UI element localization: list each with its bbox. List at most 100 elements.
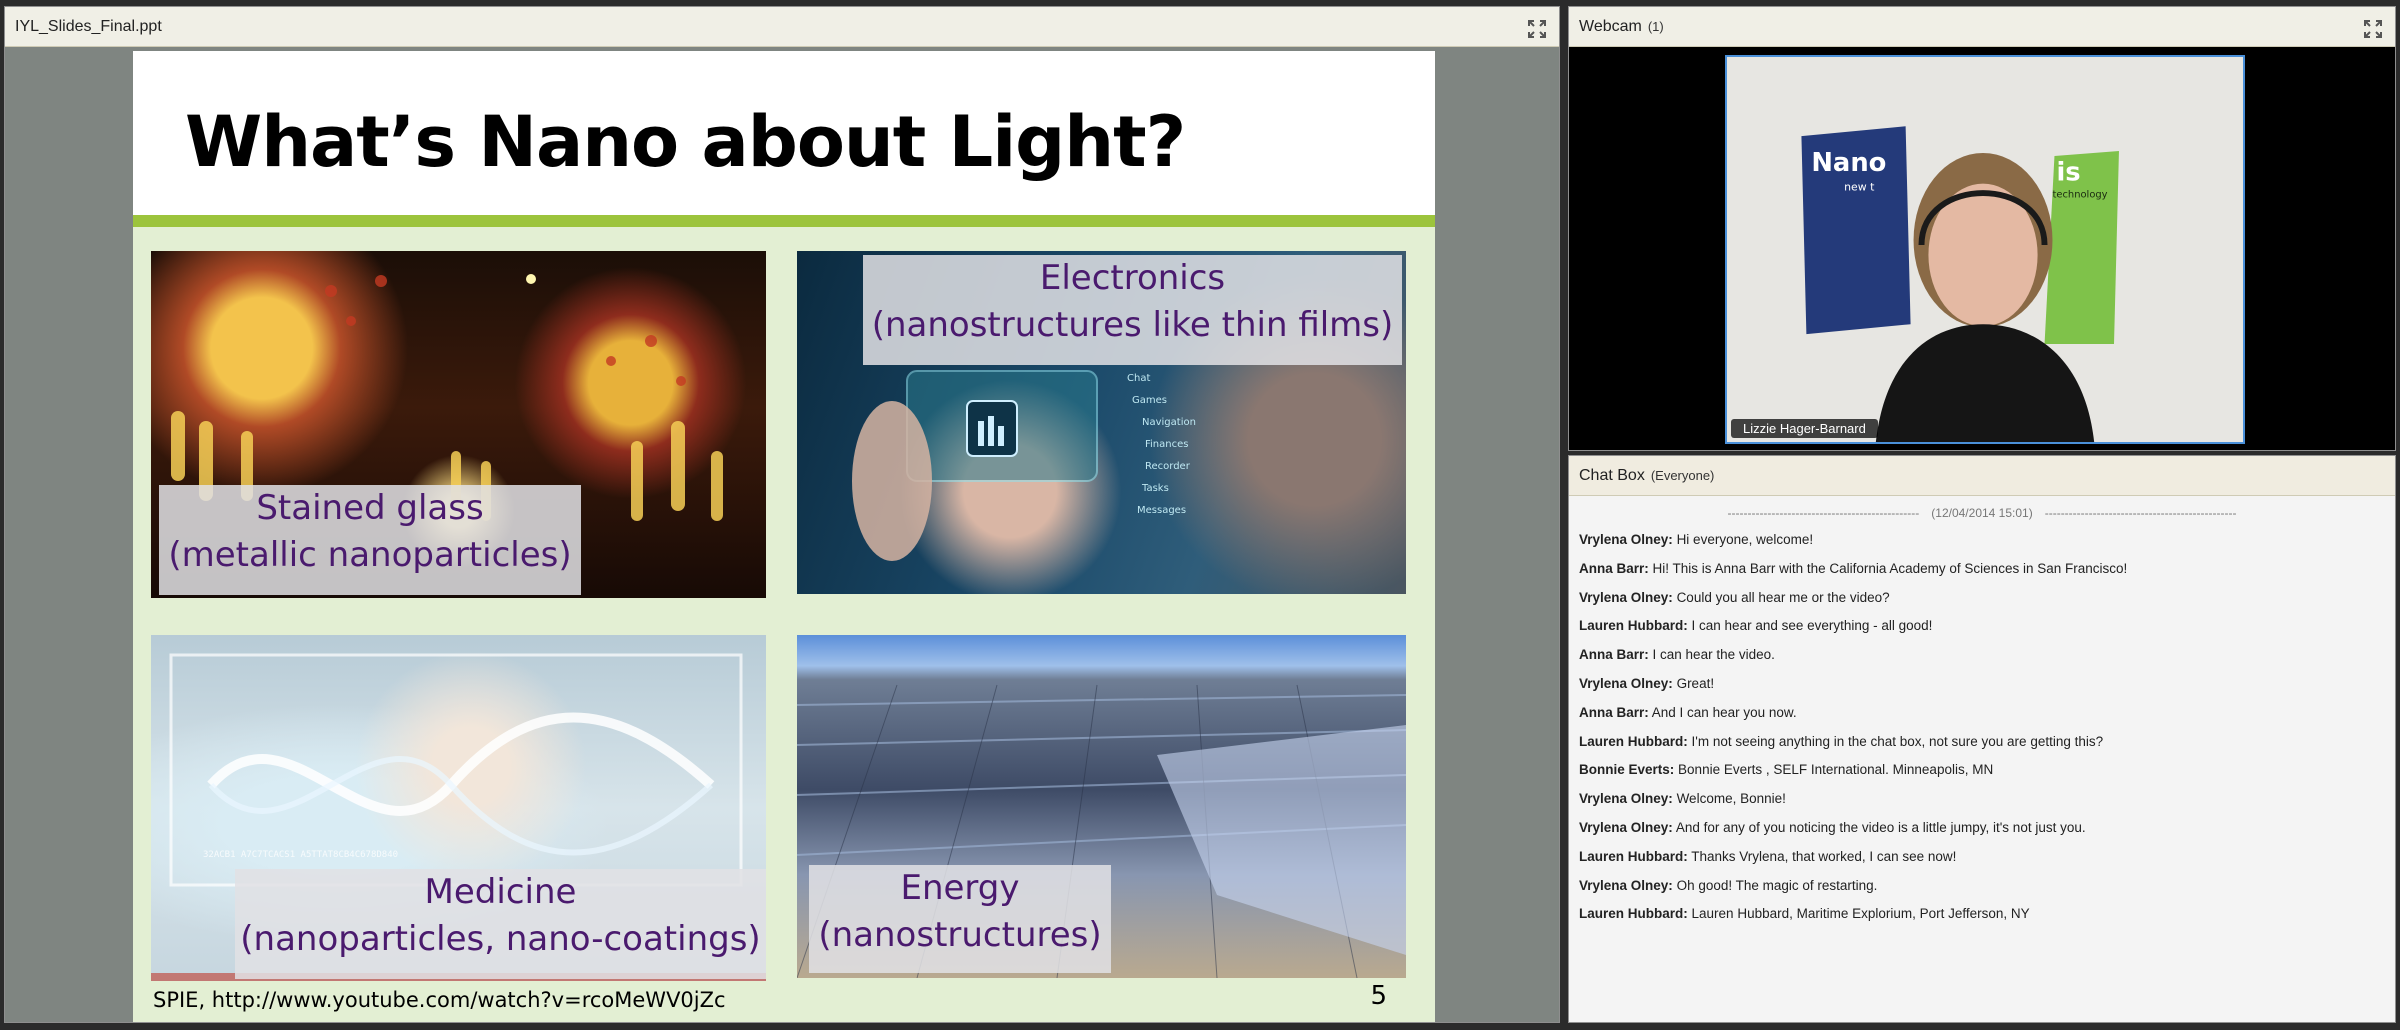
chat-pod-header: Chat Box (Everyone) bbox=[1569, 456, 2395, 496]
slide-title-bar: What’s Nano about Light? bbox=[133, 51, 1435, 215]
medicine-caption-line2: (nanoparticles, nano-coatings) bbox=[240, 919, 761, 959]
energy-caption-line2: (nanostructures) bbox=[818, 915, 1102, 955]
electronics-caption-line2: (nanostructures like thin films) bbox=[871, 305, 1394, 345]
chat-message: Anna Barr: I can hear the video. bbox=[1579, 645, 2385, 674]
expand-arrows-icon[interactable] bbox=[2363, 19, 2383, 39]
chat-sender: Lauren Hubbard: bbox=[1579, 906, 1688, 922]
chat-message: Lauren Hubbard: I'm not seeing anything … bbox=[1579, 732, 2385, 761]
webcam-title: Webcam bbox=[1579, 18, 1642, 35]
chat-sender: Bonnie Everts: bbox=[1579, 762, 1675, 778]
chat-sender: Anna Barr: bbox=[1579, 704, 1649, 720]
chat-message: Bonnie Everts: Bonnie Everts , SELF Inte… bbox=[1579, 760, 2385, 789]
chat-text: Oh good! The magic of restarting. bbox=[1676, 877, 1878, 893]
slide-source-footer: SPIE, http://www.youtube.com/watch?v=rco… bbox=[153, 988, 726, 1012]
menu-item-chat: Chat bbox=[1127, 373, 1150, 384]
chat-text: Could you all hear me or the video? bbox=[1676, 589, 1890, 605]
menu-item-games: Games bbox=[1132, 395, 1167, 406]
chat-text: And for any of you noticing the video is… bbox=[1675, 819, 2086, 835]
chat-message: Lauren Hubbard: Lauren Hubbard, Maritime… bbox=[1579, 904, 2385, 933]
chat-sender: Lauren Hubbard: bbox=[1579, 618, 1688, 634]
dna-sequence-text: 32ACB1 A7C7TCACS1 A5TTAT8CB4C678D840 bbox=[203, 850, 398, 860]
chat-text: Hi! This is Anna Barr with the Californi… bbox=[1652, 560, 2128, 576]
chat-text: Thanks Vrylena, that worked, I can see n… bbox=[1691, 848, 1957, 864]
slides-pod: IYL_Slides_Final.ppt What’s Nano about L… bbox=[4, 6, 1560, 1023]
presenter-name-tag: Lizzie Hager-Barnard bbox=[1731, 419, 1878, 438]
energy-caption: Energy (nanostructures) bbox=[809, 865, 1111, 973]
webcam-count: (1) bbox=[1647, 19, 1664, 34]
separator-dashes-left: ----------------------------------------… bbox=[1727, 506, 1920, 520]
chat-text: I can hear the video. bbox=[1652, 647, 1775, 663]
slide-title: What’s Nano about Light? bbox=[185, 101, 1186, 183]
chat-text: Bonnie Everts , SELF International. Minn… bbox=[1678, 762, 1994, 778]
medicine-photo: 32ACB1 A7C7TCACS1 A5TTAT8CB4C678D840 Med… bbox=[151, 635, 766, 981]
chat-message: Vrylena Olney: Could you all hear me or … bbox=[1579, 588, 2385, 617]
electronics-photo: Chat Games Navigation Finances Recorder … bbox=[797, 251, 1406, 594]
chat-message: Lauren Hubbard: I can hear and see every… bbox=[1579, 616, 2385, 645]
expand-arrows-icon[interactable] bbox=[1527, 19, 1547, 39]
chat-sender: Vrylena Olney: bbox=[1579, 791, 1673, 807]
chat-date-separator: ----------------------------------------… bbox=[1569, 506, 2395, 520]
chat-text: Hi everyone, welcome! bbox=[1676, 532, 1814, 547]
chat-timestamp: (12/04/2014 15:01) bbox=[1931, 506, 2033, 520]
stained-glass-caption-line1: Stained glass bbox=[256, 488, 484, 528]
stained-glass-photo: Stained glass (metallic nanoparticles) bbox=[151, 251, 766, 598]
slides-pod-header: IYL_Slides_Final.ppt bbox=[5, 7, 1559, 47]
presenter-video[interactable]: Nano new t is technology Lizzie Hager-Ba… bbox=[1725, 55, 2245, 444]
presenter-video-frame: Nano new t is technology bbox=[1727, 57, 2243, 442]
slide-viewport: What’s Nano about Light? Stained glass (… bbox=[5, 47, 1559, 1022]
chat-message: Vrylena Olney: Great! bbox=[1579, 674, 2385, 703]
chat-message: Lauren Hubbard: Thanks Vrylena, that wor… bbox=[1579, 847, 2385, 876]
chat-sender: Lauren Hubbard: bbox=[1579, 733, 1688, 749]
chat-text: Lauren Hubbard, Maritime Explorium, Port… bbox=[1691, 906, 2030, 922]
chat-text: Welcome, Bonnie! bbox=[1676, 791, 1786, 807]
menu-item-finances: Finances bbox=[1145, 439, 1188, 450]
chat-text: I can hear and see everything - all good… bbox=[1691, 618, 1933, 634]
stained-glass-caption-line2: (metallic nanoparticles) bbox=[168, 535, 572, 575]
electronics-caption-line1: Electronics bbox=[1039, 258, 1226, 298]
electronics-caption: Electronics (nanostructures like thin fi… bbox=[863, 255, 1402, 365]
chat-text: Great! bbox=[1676, 675, 1715, 691]
chat-pod-title: Chat Box (Everyone) bbox=[1579, 467, 1714, 485]
medicine-caption: Medicine (nanoparticles, nano-coatings) bbox=[235, 869, 766, 979]
chat-sender: Anna Barr: bbox=[1579, 560, 1649, 576]
chat-sender: Vrylena Olney: bbox=[1579, 877, 1673, 893]
menu-item-navigation: Navigation bbox=[1142, 417, 1196, 428]
webcam-pod-title: Webcam (1) bbox=[1579, 18, 1664, 36]
separator-dashes-right: ----------------------------------------… bbox=[2044, 506, 2237, 520]
poster-right-text: is bbox=[2056, 158, 2080, 188]
chat-body: ----------------------------------------… bbox=[1569, 496, 2395, 1022]
chat-title: Chat Box bbox=[1579, 467, 1645, 484]
chat-text: And I can hear you now. bbox=[1651, 704, 1797, 720]
chat-sender: Lauren Hubbard: bbox=[1579, 848, 1688, 864]
energy-photo: Energy (nanostructures) bbox=[797, 635, 1406, 978]
chat-sender: Vrylena Olney: bbox=[1579, 819, 1673, 835]
chat-sender: Vrylena Olney: bbox=[1579, 589, 1673, 605]
chat-message: Vrylena Olney: Oh good! The magic of res… bbox=[1579, 876, 2385, 905]
poster-right-sub: technology bbox=[2052, 190, 2107, 201]
slide: What’s Nano about Light? Stained glass (… bbox=[133, 51, 1435, 1022]
webcam-area: Nano new t is technology Lizzie Hager-Ba… bbox=[1569, 47, 2395, 450]
menu-item-messages: Messages bbox=[1137, 505, 1186, 516]
chat-message: Vrylena Olney: Hi everyone, welcome! bbox=[1579, 530, 2385, 559]
medicine-caption-line1: Medicine bbox=[424, 872, 577, 912]
webcam-pod: Webcam (1) Nano new t is technology Lizz… bbox=[1568, 6, 2396, 451]
chat-message: Vrylena Olney: And for any of you notici… bbox=[1579, 818, 2385, 847]
energy-caption-line1: Energy bbox=[900, 868, 1020, 908]
chat-scope[interactable]: (Everyone) bbox=[1651, 468, 1715, 483]
chat-message-list: Vrylena Olney: Hi everyone, welcome! Ann… bbox=[1579, 530, 2385, 933]
chat-message: Anna Barr: And I can hear you now. bbox=[1579, 703, 2385, 732]
chat-sender: Vrylena Olney: bbox=[1579, 675, 1673, 691]
chat-sender: Vrylena Olney: bbox=[1579, 532, 1673, 547]
chat-message: Vrylena Olney: Welcome, Bonnie! bbox=[1579, 789, 2385, 818]
chat-pod: Chat Box (Everyone) ---------------------… bbox=[1568, 455, 2396, 1023]
stained-glass-caption: Stained glass (metallic nanoparticles) bbox=[159, 485, 581, 595]
slide-number: 5 bbox=[1370, 981, 1387, 1011]
poster-left-sub: new t bbox=[1844, 181, 1875, 194]
poster-left-text: Nano bbox=[1811, 148, 1886, 178]
slides-pod-title: IYL_Slides_Final.ppt bbox=[15, 18, 162, 35]
title-divider bbox=[133, 215, 1435, 227]
chat-text: I'm not seeing anything in the chat box,… bbox=[1691, 733, 2104, 749]
webcam-pod-header: Webcam (1) bbox=[1569, 7, 2395, 47]
chat-sender: Anna Barr: bbox=[1579, 647, 1649, 663]
chat-message: Anna Barr: Hi! This is Anna Barr with th… bbox=[1579, 559, 2385, 588]
